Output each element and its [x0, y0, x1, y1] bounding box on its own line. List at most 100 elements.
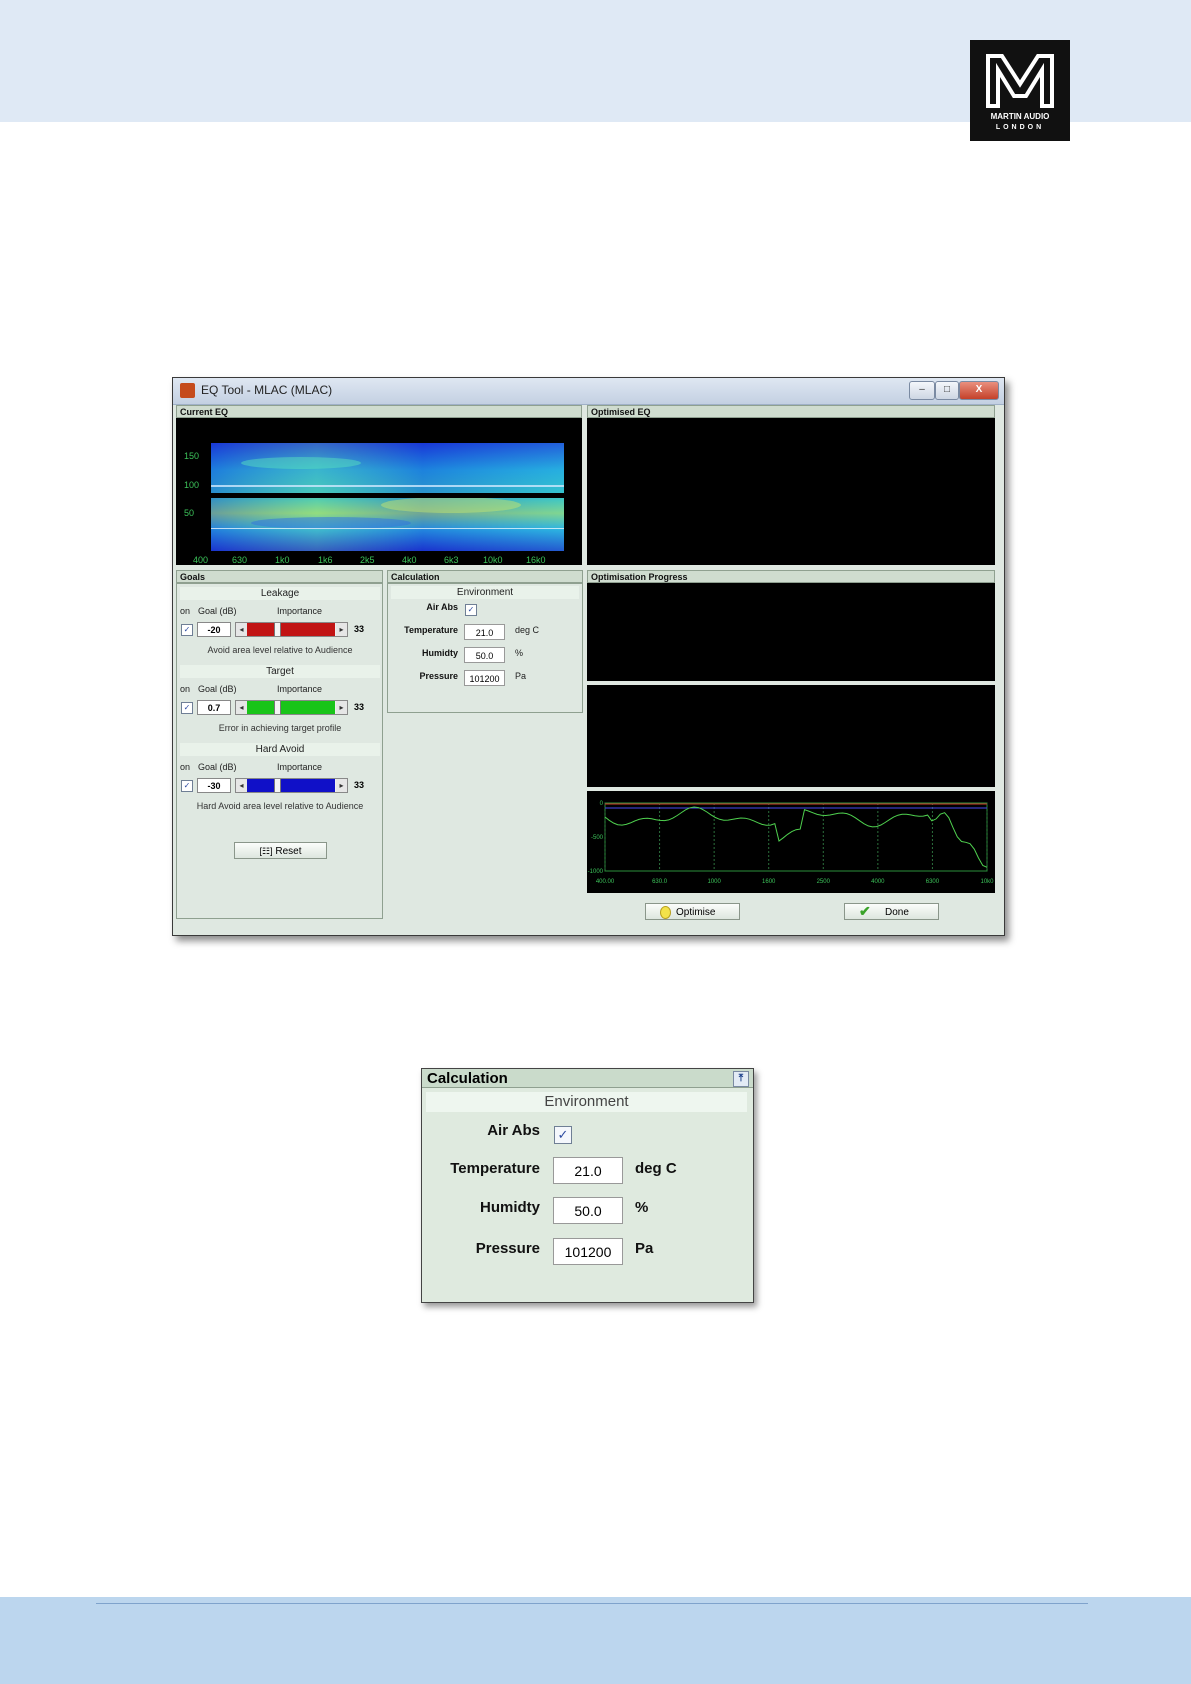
goal-value-input[interactable]: 0.7 [197, 700, 231, 715]
window-titlebar[interactable]: EQ Tool - MLAC (MLAC) – □ X [173, 378, 1004, 405]
optimised-eq-plot[interactable] [587, 418, 995, 565]
humidity-unit: % [515, 648, 524, 658]
goal-enable-checkbox[interactable]: ✓ [181, 702, 193, 714]
eq-tool-window: EQ Tool - MLAC (MLAC) – □ X Current EQ 1… [172, 377, 1005, 936]
progress-y-tick: -500 [591, 835, 604, 841]
progress-series-green [604, 806, 988, 868]
progress-axes-frame [604, 802, 988, 872]
martin-audio-logo: MARTIN AUDIO LONDON [970, 40, 1070, 141]
goal-section-title: Hard Avoid [180, 743, 380, 756]
humidity-label: Humidty [422, 648, 458, 658]
x-tick-label: 6k3 [444, 555, 459, 565]
slider-track-fill [247, 623, 335, 636]
calculation-header: Calculation [387, 570, 583, 583]
progress-plot-top[interactable] [587, 583, 995, 681]
progress-y-tick: 0 [600, 801, 604, 807]
x-tick-label: 400 [193, 555, 209, 565]
progress-plot-bottom[interactable]: 400.00 630.0 1000 1600 2500 4000 6300 10k0 0 -500… [587, 791, 995, 893]
zoom-temperature-unit: deg C [635, 1160, 677, 1177]
importance-slider[interactable]: ◂ ▸ [235, 700, 348, 715]
air-abs-checkbox[interactable]: ✓ [465, 604, 477, 616]
progress-y-tick: -1000 [588, 869, 604, 875]
air-abs-label: Air Abs [426, 602, 458, 612]
goal-col-goal: Goal (dB) [198, 684, 237, 694]
current-eq-header: Current EQ [176, 405, 582, 418]
temperature-label: Temperature [404, 625, 458, 635]
current-eq-plot[interactable]: 150 100 50 400 630 1k0 1k6 2k5 4k0 6k3 1… [176, 418, 582, 565]
zoom-humidity-label: Humidty [480, 1199, 540, 1216]
goal-enable-checkbox[interactable]: ✓ [181, 624, 193, 636]
pressure-unit: Pa [515, 671, 527, 681]
minimize-button[interactable]: – [909, 381, 935, 400]
slider-thumb[interactable] [274, 623, 281, 636]
humidity-input[interactable]: 50.0 [464, 647, 505, 663]
page-footer-band [0, 1597, 1191, 1684]
slider-track-fill [247, 701, 335, 714]
lightbulb-icon [660, 906, 671, 919]
goal-description: Avoid area level relative to Audience [207, 645, 353, 655]
temperature-unit: deg C [515, 625, 540, 635]
slider-right-arrow[interactable]: ▸ [336, 779, 347, 792]
progress-line-chart: 400.00 630.0 1000 1600 2500 4000 6300 10k0 0 -500… [588, 801, 995, 885]
progress-plot-middle[interactable] [587, 685, 995, 787]
goal-col-goal: Goal (dB) [198, 762, 237, 772]
slider-right-arrow[interactable]: ▸ [336, 701, 347, 714]
goal-col-importance: Importance [277, 606, 323, 616]
current-eq-heatmap [211, 443, 564, 551]
goal-col-on: on [180, 762, 191, 772]
goals-panel: Leakage on Goal (dB) Importance ✓ -20 ◂ … [176, 583, 383, 919]
goal-col-importance: Importance [277, 684, 323, 694]
goal-description: Hard Avoid area level relative to Audien… [196, 801, 364, 811]
progress-x-tick: 1600 [762, 879, 776, 885]
x-tick-label: 10k0 [483, 555, 503, 565]
y-tick-label: 50 [184, 508, 195, 518]
goal-value-input[interactable]: -30 [197, 778, 231, 793]
logo-mark-icon [986, 54, 1054, 108]
zoom-temperature-input[interactable]: 21.0 [553, 1157, 623, 1184]
reset-button[interactable]: [☷] Reset [234, 842, 327, 859]
zoom-humidity-input[interactable]: 50.0 [553, 1197, 623, 1224]
pressure-input[interactable]: 101200 [464, 670, 505, 686]
zoom-pressure-label: Pressure [475, 1240, 540, 1257]
slider-right-arrow[interactable]: ▸ [336, 623, 347, 636]
x-tick-label: 1k6 [318, 555, 333, 565]
progress-x-tick: 10k0 [980, 879, 994, 885]
temperature-input[interactable]: 21.0 [464, 624, 505, 640]
zoom-pressure-unit: Pa [635, 1240, 654, 1257]
slider-left-arrow[interactable]: ◂ [236, 779, 247, 792]
slider-track-fill [247, 779, 335, 792]
x-tick-label: 4k0 [402, 555, 417, 565]
y-tick-label: 100 [184, 480, 200, 490]
goal-value-input[interactable]: -20 [197, 622, 231, 637]
importance-value: 33 [354, 624, 365, 634]
done-button[interactable]: ✔ Done [844, 903, 939, 920]
optimised-eq-header: Optimised EQ [587, 405, 995, 418]
importance-slider[interactable]: ◂ ▸ [235, 778, 348, 793]
zoom-pressure-input[interactable]: 101200 [553, 1238, 623, 1265]
optimise-button[interactable]: Optimise [645, 903, 740, 920]
optimisation-progress-header: Optimisation Progress [587, 570, 995, 583]
x-tick-label: 16k0 [526, 555, 546, 565]
slider-left-arrow[interactable]: ◂ [236, 701, 247, 714]
progress-x-tick: 400.00 [596, 879, 615, 885]
y-tick-label: 150 [184, 451, 200, 461]
environment-label: Environment [391, 586, 579, 599]
checkmark-icon: ✔ [859, 903, 871, 919]
zoom-air-abs-checkbox[interactable]: ✓ [554, 1126, 572, 1144]
importance-slider[interactable]: ◂ ▸ [235, 622, 348, 637]
progress-x-tick: 6300 [926, 879, 940, 885]
progress-x-tick: 630.0 [652, 879, 668, 885]
maximize-button[interactable]: □ [935, 381, 959, 400]
slider-thumb[interactable] [274, 779, 281, 792]
goal-enable-checkbox[interactable]: ✓ [181, 780, 193, 792]
goal-col-on: on [180, 606, 191, 616]
pressure-label: Pressure [419, 671, 458, 681]
x-tick-label: 630 [232, 555, 248, 565]
goal-description: Error in achieving target profile [218, 723, 342, 733]
x-tick-label: 1k0 [275, 555, 290, 565]
close-button[interactable]: X [959, 381, 999, 400]
pin-icon[interactable]: ⤒ [733, 1071, 749, 1087]
calculation-panel: Environment Air Abs ✓ Temperature 21.0 d… [387, 583, 583, 713]
slider-left-arrow[interactable]: ◂ [236, 623, 247, 636]
slider-thumb[interactable] [274, 701, 281, 714]
